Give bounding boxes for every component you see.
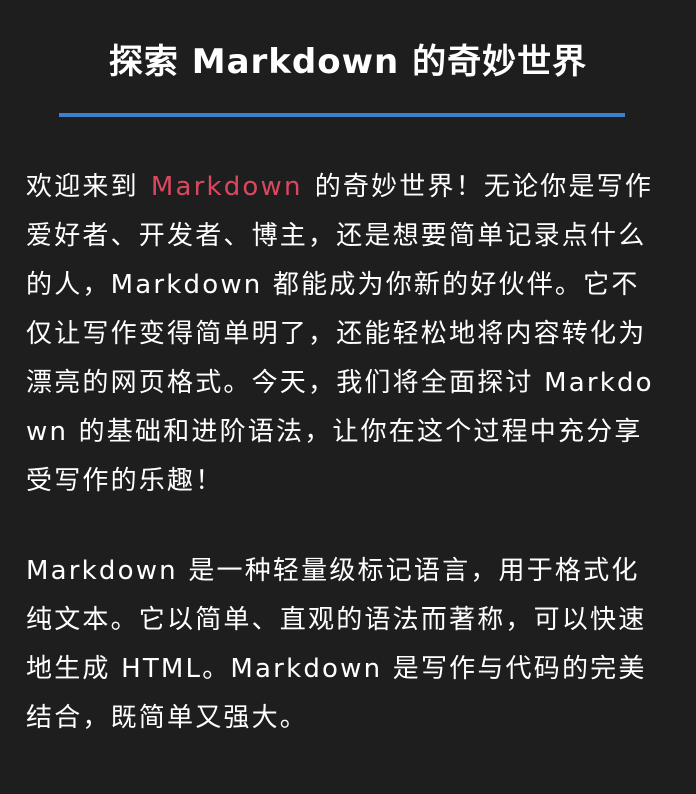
article-page: 探索 Markdown 的奇妙世界 欢迎来到 Markdown 的奇妙世界！无论你是…: [0, 0, 696, 794]
intro-paragraph: 欢迎来到 Markdown 的奇妙世界！无论你是写作爱好者、开发者、博主，还是想要简…: [26, 163, 666, 506]
inline-code-markdown: Markdown: [150, 172, 303, 202]
page-title: 探索 Markdown 的奇妙世界: [108, 42, 588, 82]
description-paragraph: Markdown 是一种轻量级标记语言，用于格式化纯文本。它以简单、直观的语法而…: [26, 556, 647, 733]
intro-text-after: 的奇妙世界！无论你是写作爱好者、开发者、博主，还是想要简单记录点什么的人，Mar…: [26, 172, 654, 496]
intro-text-before: 欢迎来到: [26, 172, 139, 202]
title-divider: [59, 113, 625, 117]
